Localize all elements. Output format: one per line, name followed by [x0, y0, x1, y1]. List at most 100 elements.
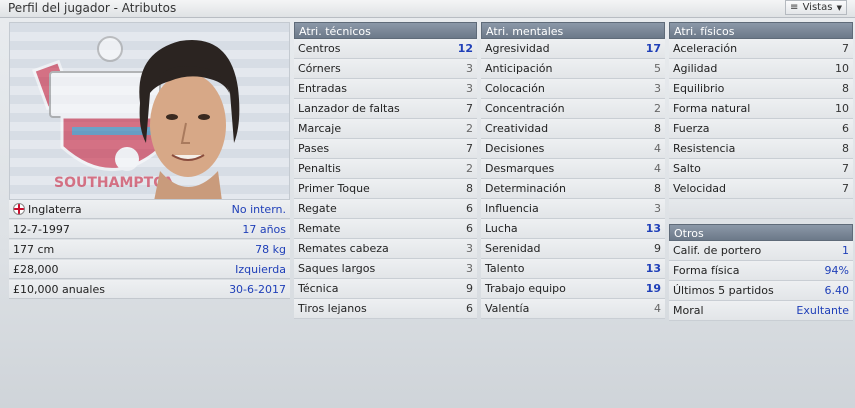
physique-row: 177 cm 78 kg	[9, 240, 290, 259]
technical-attribute-name: Tiros lejanos	[298, 302, 367, 315]
other-stat-value: 94%	[824, 264, 849, 277]
technical-attribute-value: 6	[466, 202, 473, 215]
other-stat-name: Forma física	[673, 264, 740, 277]
physical-attribute-name: Forma natural	[673, 102, 751, 115]
technical-attribute-row: Lanzador de faltas 7	[294, 99, 477, 119]
player-face-image	[139, 39, 240, 199]
mental-attributes: Atri. mentales Agresividad 17 Anticipación…	[481, 22, 665, 319]
mental-attribute-row: Colocación 3	[481, 79, 665, 99]
others-header: Otros	[669, 224, 853, 241]
views-button[interactable]: ≡ Vistas ▼	[785, 0, 847, 15]
mental-attribute-name: Agresividad	[485, 42, 550, 55]
other-stat-name: Calif. de portero	[673, 244, 762, 257]
contract-end[interactable]: 30-6-2017	[229, 283, 286, 296]
technical-header: Atri. técnicos	[294, 22, 477, 39]
technical-attribute-name: Pases	[298, 142, 330, 155]
mental-attribute-name: Lucha	[485, 222, 518, 235]
technical-attribute-row: Pases 7	[294, 139, 477, 159]
mental-attribute-value: 2	[654, 102, 661, 115]
mental-attribute-row: Creatividad 8	[481, 119, 665, 139]
mental-attribute-value: 4	[654, 162, 661, 175]
other-stat-name: Moral	[673, 304, 704, 317]
physical-attribute-row: Forma natural 10	[669, 99, 853, 119]
physical-attribute-name: Fuerza	[673, 122, 710, 135]
mental-attribute-value: 4	[654, 302, 661, 315]
mental-attribute-value: 5	[654, 62, 661, 75]
mental-attribute-name: Concentración	[485, 102, 565, 115]
physical-attribute-row: Aceleración 7	[669, 39, 853, 59]
physical-header: Atri. físicos	[669, 22, 853, 39]
technical-attribute-name: Remate	[298, 222, 341, 235]
technical-attribute-row: Remate 6	[294, 219, 477, 239]
physical-attribute-value: 6	[842, 122, 849, 135]
technical-attribute-name: Primer Toque	[298, 182, 370, 195]
technical-attribute-name: Técnica	[298, 282, 339, 295]
technical-attribute-value: 3	[466, 82, 473, 95]
technical-attribute-name: Penaltis	[298, 162, 341, 175]
technical-attribute-name: Regate	[298, 202, 337, 215]
technical-attribute-name: Remates cabeza	[298, 242, 389, 255]
other-stat-row: Forma física 94%	[669, 261, 853, 281]
other-stat-row: Últimos 5 partidos 6.40	[669, 281, 853, 301]
mental-attribute-name: Influencia	[485, 202, 539, 215]
technical-attribute-row: Córners 3	[294, 59, 477, 79]
weight: 78 kg	[255, 243, 286, 256]
physical-attribute-row: Agilidad 10	[669, 59, 853, 79]
player-portrait-area: SOUTHAMPTON	[9, 22, 290, 200]
physical-attribute-value: 7	[842, 42, 849, 55]
technical-attribute-value: 7	[466, 142, 473, 155]
other-stat-row: Moral Exultante	[669, 301, 853, 321]
mental-attribute-row: Desmarques 4	[481, 159, 665, 179]
other-stat-name: Últimos 5 partidos	[673, 284, 774, 297]
technical-attribute-row: Penaltis 2	[294, 159, 477, 179]
physical-attribute-name: Velocidad	[673, 182, 727, 195]
physical-attribute-name: Salto	[673, 162, 701, 175]
mental-attribute-name: Valentía	[485, 302, 530, 315]
mental-attribute-name: Talento	[485, 262, 525, 275]
player-value: £28,000	[13, 263, 59, 276]
mental-attribute-row: Determinación 8	[481, 179, 665, 199]
mental-attribute-row: Trabajo equipo 19	[481, 279, 665, 299]
technical-attribute-row: Entradas 3	[294, 79, 477, 99]
technical-attribute-value: 2	[466, 162, 473, 175]
mental-attribute-row: Serenidad 9	[481, 239, 665, 259]
mental-attribute-value: 4	[654, 142, 661, 155]
international-status[interactable]: No intern.	[232, 203, 286, 216]
mental-attribute-row: Influencia 3	[481, 199, 665, 219]
mental-attribute-value: 8	[654, 122, 661, 135]
physical-attribute-value: 10	[835, 62, 849, 75]
height: 177 cm	[13, 243, 55, 256]
preferred-foot: Izquierda	[235, 263, 286, 276]
mental-attribute-row: Concentración 2	[481, 99, 665, 119]
value-row: £28,000 Izquierda	[9, 260, 290, 279]
physical-attribute-row: Salto 7	[669, 159, 853, 179]
technical-attribute-value: 12	[457, 42, 473, 55]
wage: £10,000 anuales	[13, 283, 105, 296]
technical-attribute-value: 3	[466, 262, 473, 275]
other-stat-value: 1	[842, 244, 849, 257]
nationality: Inglaterra	[28, 203, 82, 216]
nationality-row: Inglaterra No intern.	[9, 200, 290, 219]
technical-attribute-value: 7	[466, 102, 473, 115]
mental-attribute-value: 13	[645, 262, 661, 275]
window-title: Perfil del jugador - Atributos	[8, 1, 177, 15]
technical-attribute-value: 9	[466, 282, 473, 295]
mental-attribute-name: Desmarques	[485, 162, 555, 175]
birth-row: 12-7-1997 17 años	[9, 220, 290, 239]
technical-attribute-value: 2	[466, 122, 473, 135]
mental-attribute-name: Determinación	[485, 182, 566, 195]
physical-attribute-row: Fuerza 6	[669, 119, 853, 139]
physical-attribute-name: Aceleración	[673, 42, 738, 55]
technical-attribute-row: Primer Toque 8	[294, 179, 477, 199]
england-flag-icon	[13, 203, 25, 215]
physical-attribute-row: Equilibrio 8	[669, 79, 853, 99]
mental-attribute-row: Anticipación 5	[481, 59, 665, 79]
technical-attributes: Atri. técnicos Centros 12 Córners 3 Entradas…	[294, 22, 477, 319]
mental-attribute-row: Decisiones 4	[481, 139, 665, 159]
physical-attribute-value: 8	[842, 82, 849, 95]
technical-attribute-name: Centros	[298, 42, 341, 55]
technical-attribute-value: 6	[466, 302, 473, 315]
mental-attribute-row: Valentía 4	[481, 299, 665, 319]
technical-attribute-row: Tiros lejanos 6	[294, 299, 477, 319]
technical-attribute-value: 3	[466, 242, 473, 255]
